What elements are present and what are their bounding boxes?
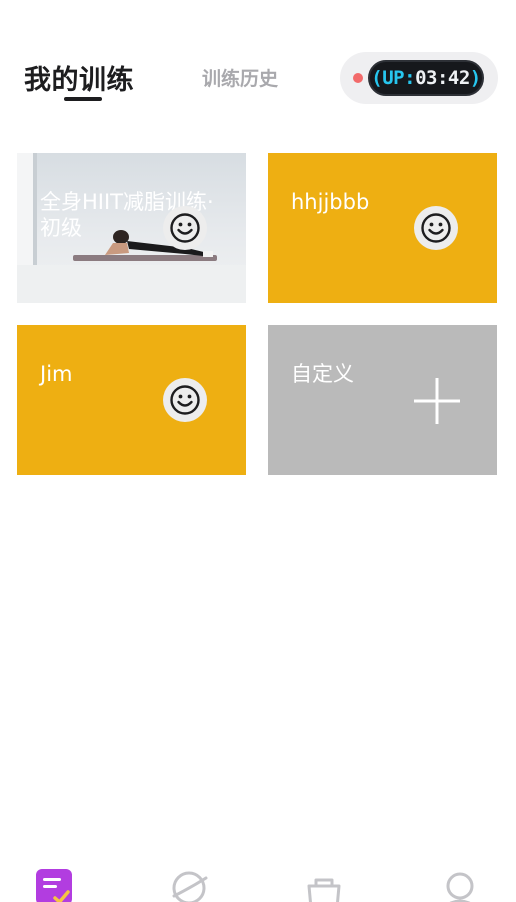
training-list-icon[interactable] <box>35 868 75 902</box>
device-display-prefix: UP: <box>382 67 416 89</box>
bottom-nav <box>0 858 516 902</box>
tab-training-history[interactable]: 训练历史 <box>202 64 278 91</box>
card-title: Jim <box>40 362 73 386</box>
discover-planet-icon[interactable] <box>170 868 210 902</box>
training-card-custom[interactable]: 自定义 <box>268 325 497 475</box>
smiley-icon[interactable] <box>163 206 207 250</box>
card-title: hhjjbbb <box>291 190 370 214</box>
plus-icon[interactable] <box>414 378 460 424</box>
profile-icon[interactable] <box>440 868 480 902</box>
active-tab-indicator <box>64 97 102 101</box>
smiley-icon[interactable] <box>414 206 458 250</box>
tab-my-training[interactable]: 我的训练 <box>24 58 134 97</box>
device-status-pill[interactable]: (UP:03:42) <box>340 52 498 104</box>
device-display-text: (UP:03:42) <box>371 67 481 89</box>
training-card-hiit[interactable]: 全身HIIT减脂训练·初级 <box>17 153 246 303</box>
connection-status-dot <box>353 73 363 83</box>
device-lcd-display: (UP:03:42) <box>368 60 484 96</box>
shop-bag-icon[interactable] <box>304 868 344 902</box>
training-card-jim[interactable]: Jim <box>17 325 246 475</box>
device-display-time: 03:42 <box>415 67 470 89</box>
training-card-hhjjbbb[interactable]: hhjjbbb <box>268 153 497 303</box>
smiley-icon[interactable] <box>163 378 207 422</box>
